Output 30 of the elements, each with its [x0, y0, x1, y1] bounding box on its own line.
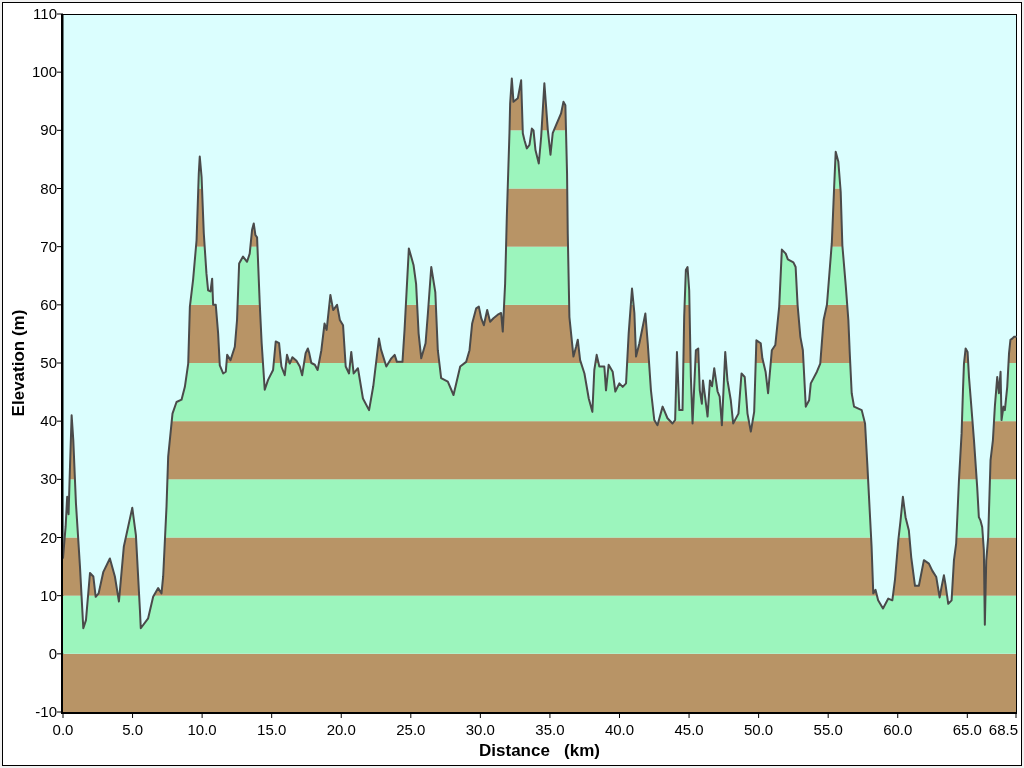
- y-tick-label: 50: [40, 354, 57, 371]
- y-tick-label: 90: [40, 121, 57, 139]
- x-tick-label: 20.0: [326, 721, 356, 738]
- y-tick-label: -10: [35, 703, 57, 720]
- x-axis-title: Distance (km): [479, 741, 600, 760]
- x-tick-label: 60.0: [883, 721, 913, 738]
- y-tick-label: 100: [31, 63, 57, 81]
- x-tick-label: 65.0: [952, 721, 982, 738]
- y-tick-label: 110: [33, 5, 57, 22]
- x-tick-label: 0.0: [52, 721, 74, 738]
- y-tick-label: 80: [40, 179, 57, 197]
- y-tick-label: 30: [40, 470, 57, 488]
- x-tick-label: 45.0: [674, 721, 704, 738]
- x-tick-label: 15.0: [257, 721, 287, 738]
- y-tick-label: 70: [40, 237, 57, 255]
- x-tick-label: 55.0: [813, 721, 843, 738]
- y-tick-label: 0: [48, 644, 57, 662]
- x-tick-label: 50.0: [744, 721, 774, 738]
- x-tick-label: 40.0: [604, 721, 635, 738]
- y-axis-title: Elevation (m): [9, 309, 28, 417]
- x-tick-label: 10.0: [187, 721, 217, 738]
- x-tick-label: 25.0: [396, 721, 426, 738]
- x-tick-label: 35.0: [535, 721, 565, 738]
- y-tick-label: 40: [40, 412, 57, 430]
- y-tick-label: 10: [40, 586, 57, 604]
- x-tick-label: 5.0: [122, 721, 143, 738]
- y-tick-label: 60: [40, 295, 57, 313]
- y-tick-label: 20: [40, 528, 57, 546]
- x-tick-label: 68.5: [988, 721, 1018, 738]
- x-tick-label: 30.0: [465, 721, 495, 738]
